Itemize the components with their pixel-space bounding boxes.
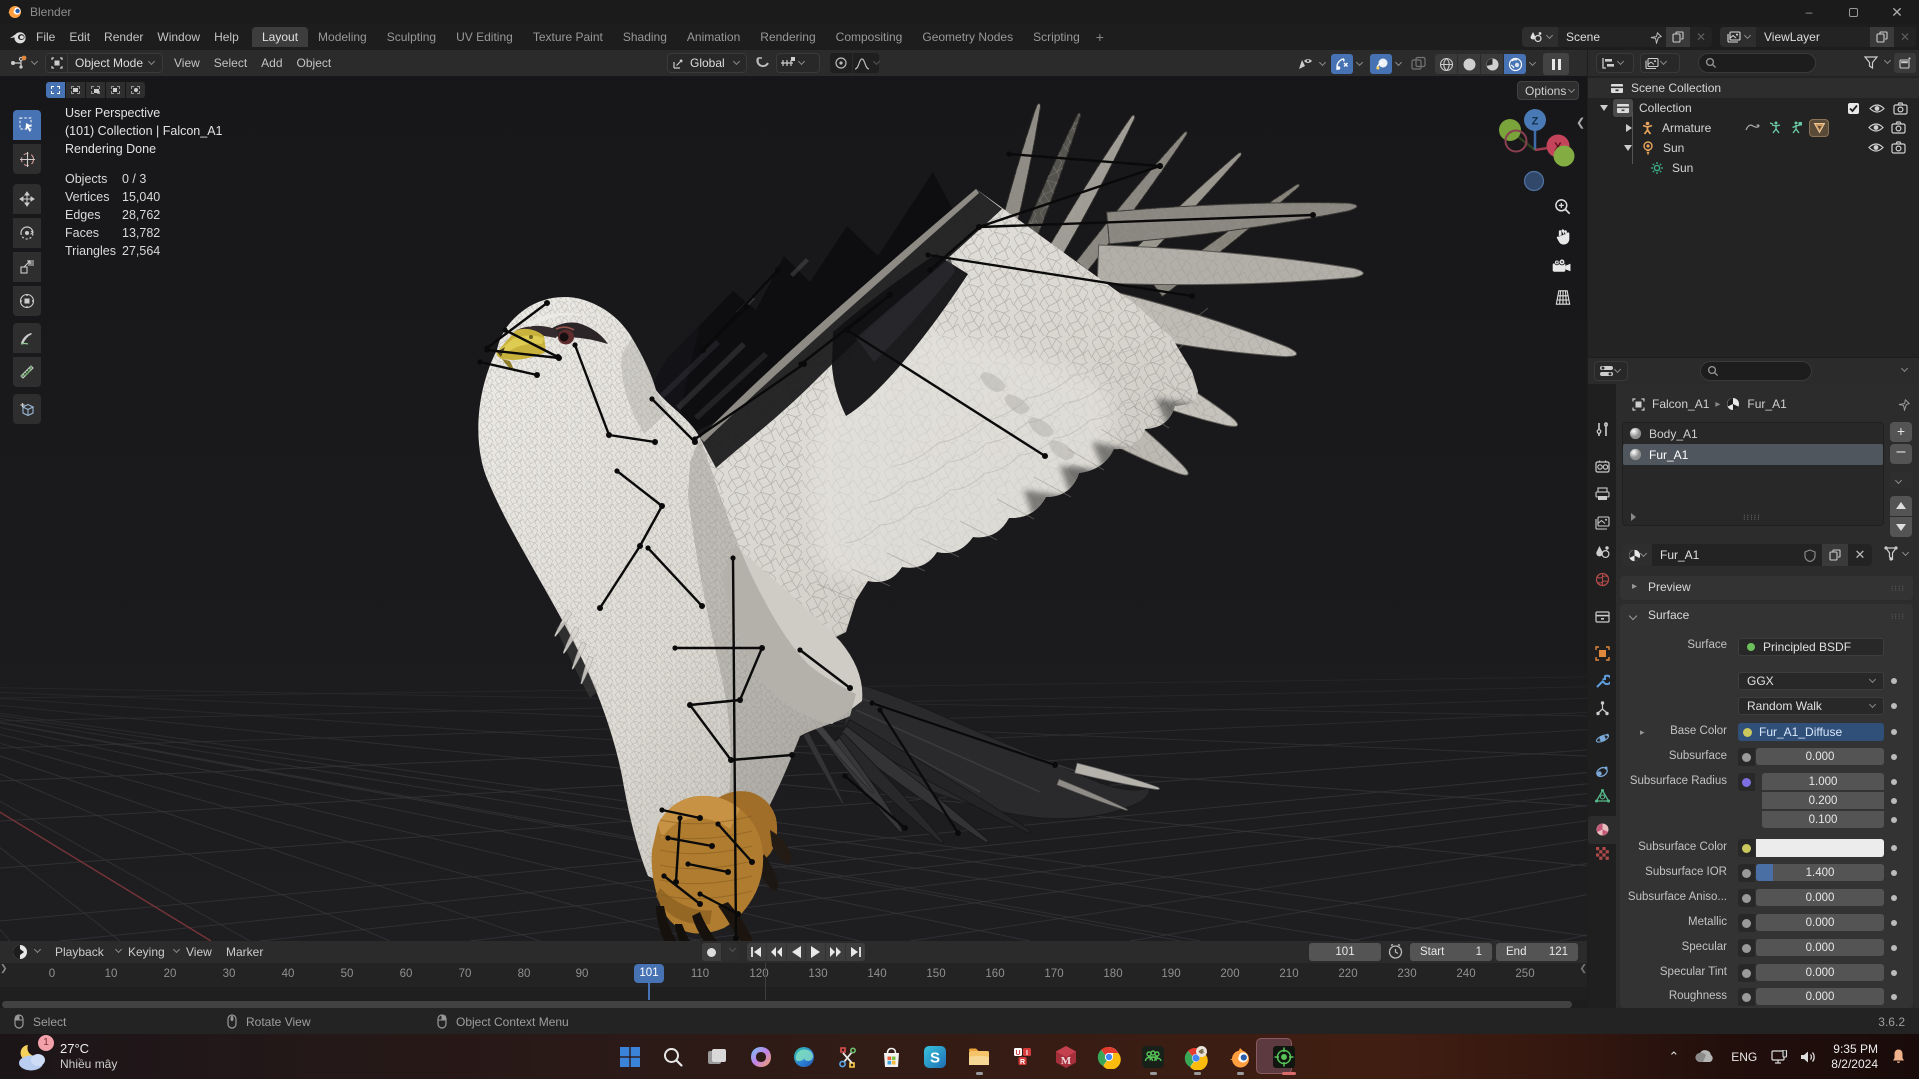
svg-text:S: S: [930, 1050, 940, 1067]
svg-text:M: M: [1061, 1055, 1072, 1067]
svg-text:U: U: [1015, 1050, 1020, 1057]
svg-text:R: R: [1020, 1059, 1025, 1066]
svg-text:I: I: [1026, 1050, 1028, 1057]
